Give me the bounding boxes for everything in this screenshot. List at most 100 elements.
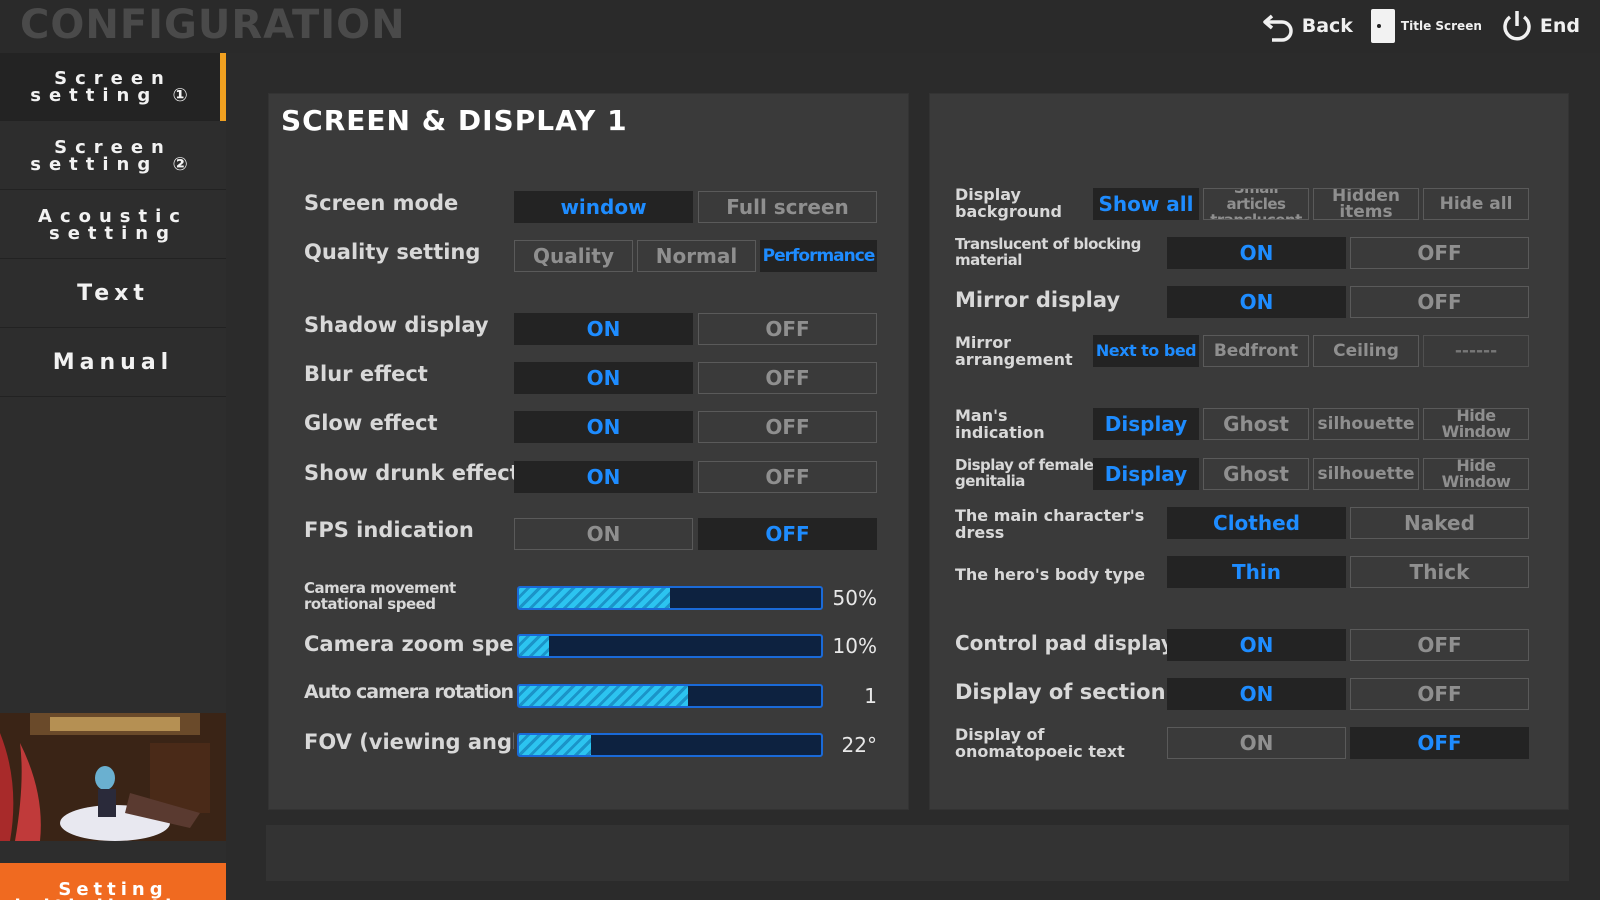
man-silhouette-option[interactable]: silhouette (1313, 408, 1419, 440)
female-genitalia-label: Display of female genitalia (955, 456, 1094, 490)
screen-mode-window-option[interactable]: window (514, 191, 693, 223)
slider-fill (519, 588, 670, 608)
screen-display-panel: SCREEN & DISPLAY 1 Screen mode window Fu… (268, 93, 909, 810)
sidebar-item-manual[interactable]: Manual (0, 329, 226, 397)
camera-movement-speed-value: 50% (832, 586, 877, 610)
mirror-ceiling-option[interactable]: Ceiling (1313, 335, 1419, 367)
auto-camera-rotation-speed-value: 1 (864, 684, 877, 708)
sidebar-item-label: Screen setting ② (30, 136, 196, 175)
mirror-on-option[interactable]: ON (1167, 286, 1346, 318)
slider-fill (519, 636, 550, 656)
onomatopoeic-off-option[interactable]: OFF (1350, 727, 1529, 759)
control-pad-on-option[interactable]: ON (1167, 629, 1346, 661)
mirror-off-option[interactable]: OFF (1350, 286, 1529, 318)
page-title: CONFIGURATION (20, 2, 406, 48)
control-pad-display-label: Control pad display (955, 631, 1174, 655)
back-button[interactable]: Back (1262, 10, 1353, 42)
female-hide-window-option[interactable]: Hide Window (1423, 458, 1529, 490)
fov-value: 22° (841, 733, 877, 757)
female-display-option[interactable]: Display (1093, 458, 1199, 490)
sidebar-item-label: Manual (52, 350, 174, 375)
drunk-off-option[interactable]: OFF (698, 461, 877, 493)
background-hide-all-option[interactable]: Hide all (1423, 188, 1529, 220)
sidebar-item-text[interactable]: Text (0, 260, 226, 328)
camera-zoom-speed-slider[interactable] (517, 634, 823, 658)
glow-effect-label: Glow effect (304, 411, 438, 435)
man-ghost-option[interactable]: Ghost (1203, 408, 1309, 440)
body-thick-option[interactable]: Thick (1350, 556, 1529, 588)
slider-fill (519, 735, 592, 755)
section-on-option[interactable]: ON (1167, 678, 1346, 710)
sidebar-item-screen-setting-2[interactable]: Screen setting ② (0, 122, 226, 190)
background-show-all-option[interactable]: Show all (1093, 188, 1199, 220)
sidebar-item-screen-setting-1[interactable]: Screen setting ① (0, 53, 226, 121)
onomatopoeic-on-option[interactable]: ON (1167, 727, 1346, 759)
display-of-section-label: Display of section (955, 680, 1166, 704)
shadow-display-label: Shadow display (304, 313, 489, 337)
mans-indication-label: Man's indication (955, 406, 1045, 442)
sidebar-item-acoustic-setting[interactable]: Acoustic setting (0, 191, 226, 259)
background-hidden-items-option[interactable]: Hidden items (1313, 188, 1419, 220)
quality-normal-option[interactable]: Normal (637, 240, 756, 272)
blur-on-option[interactable]: ON (514, 362, 693, 394)
blur-effect-label: Blur effect (304, 362, 428, 386)
end-label: End (1539, 15, 1580, 37)
quality-quality-option[interactable]: Quality (514, 240, 633, 272)
female-silhouette-option[interactable]: silhouette (1313, 458, 1419, 490)
sidebar-item-label: Text (77, 281, 149, 306)
mirror-empty-option[interactable]: ------ (1423, 335, 1529, 367)
background-small-translucent-option[interactable]: Small articles translucent (1203, 188, 1309, 220)
title-screen-button[interactable]: Title Screen (1370, 9, 1482, 43)
glow-off-option[interactable]: OFF (698, 411, 877, 443)
dress-naked-option[interactable]: Naked (1350, 507, 1529, 539)
screen-display-panel-right: Display background Show all Small articl… (929, 93, 1569, 810)
dress-clothed-option[interactable]: Clothed (1167, 507, 1346, 539)
shadow-off-option[interactable]: OFF (698, 313, 877, 345)
setting-initialization-button[interactable]: Setting initialization (0, 863, 226, 900)
mirror-arrangement-label: Mirror arrangement (955, 333, 1073, 369)
body-thin-option[interactable]: Thin (1167, 556, 1346, 588)
camera-movement-speed-slider[interactable] (517, 586, 823, 610)
top-actions: Back Title Screen End (1262, 8, 1580, 44)
female-ghost-option[interactable]: Ghost (1203, 458, 1309, 490)
main-character-dress-label: The main character's dress (955, 506, 1145, 542)
blur-off-option[interactable]: OFF (698, 362, 877, 394)
mirror-display-label: Mirror display (955, 288, 1121, 312)
camera-movement-speed-label: Camera movement rotational speed (304, 579, 456, 613)
drunk-on-option[interactable]: ON (514, 461, 693, 493)
undo-arrow-icon (1262, 14, 1293, 42)
camera-zoom-speed-label: Camera zoom speed (304, 632, 514, 656)
sidebar: Screen setting ① Screen setting ② Acoust… (0, 53, 226, 900)
man-display-option[interactable]: Display (1093, 408, 1199, 440)
glow-on-option[interactable]: ON (514, 411, 693, 443)
display-background-label: Display background (955, 185, 1062, 221)
screen-mode-label: Screen mode (304, 191, 459, 215)
fov-slider[interactable] (517, 733, 823, 757)
back-label: Back (1301, 15, 1353, 37)
slider-fill (519, 686, 689, 706)
quality-performance-option[interactable]: Performance (760, 240, 877, 272)
screen-mode-fullscreen-option[interactable]: Full screen (698, 191, 877, 223)
shadow-on-option[interactable]: ON (514, 313, 693, 345)
top-bar: CONFIGURATION Back Title Screen End (0, 0, 1600, 53)
control-pad-off-option[interactable]: OFF (1350, 629, 1529, 661)
auto-camera-rotation-speed-label: Auto camera rotation speed (304, 681, 514, 703)
fps-on-option[interactable]: ON (514, 518, 693, 550)
setting-initialization-label: Setting initialization (15, 879, 207, 900)
scene-preview-image (0, 713, 226, 841)
translucent-off-option[interactable]: OFF (1350, 237, 1529, 269)
translucent-on-option[interactable]: ON (1167, 237, 1346, 269)
mirror-bedfront-option[interactable]: Bedfront (1203, 335, 1309, 367)
card-icon (1370, 9, 1395, 43)
auto-camera-rotation-speed-slider[interactable] (517, 684, 823, 708)
onomatopoeic-text-label: Display of onomatopoeic text (955, 725, 1125, 761)
fov-label: FOV (viewing angle) (304, 730, 514, 754)
section-off-option[interactable]: OFF (1350, 678, 1529, 710)
translucent-blocking-label: Translucent of blocking material (955, 235, 1141, 269)
man-hide-window-option[interactable]: Hide Window (1423, 408, 1529, 440)
power-icon (1503, 11, 1531, 41)
end-button[interactable]: End (1500, 8, 1580, 44)
description-bar (266, 825, 1569, 881)
fps-off-option[interactable]: OFF (698, 518, 877, 550)
mirror-next-to-bed-option[interactable]: Next to bed (1093, 335, 1199, 367)
